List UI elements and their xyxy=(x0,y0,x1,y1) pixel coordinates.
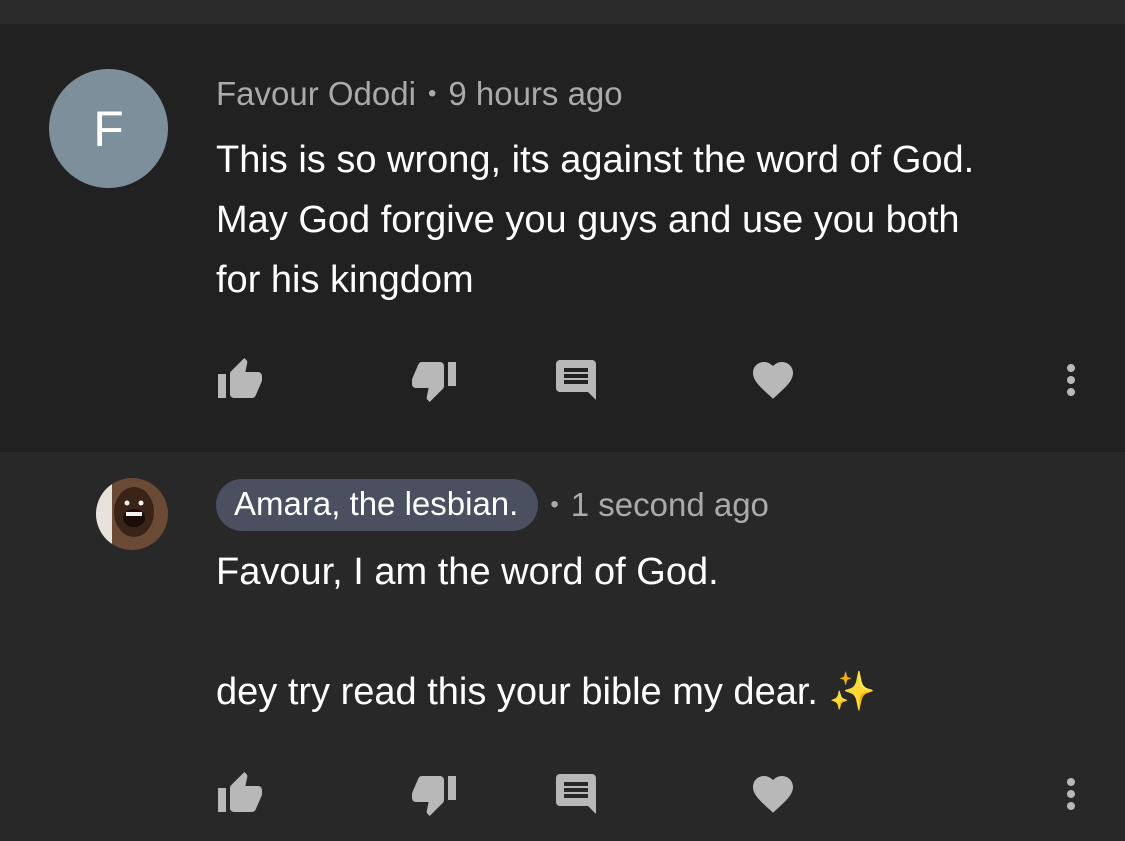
dislike-button[interactable] xyxy=(404,350,464,410)
author-name[interactable]: Favour Ododi xyxy=(216,75,416,113)
avatar-photo-icon xyxy=(96,478,168,550)
comment-actions xyxy=(0,350,1125,410)
separator-dot: • xyxy=(550,491,559,518)
heart-button[interactable] xyxy=(743,350,803,410)
comment: F Favour Ododi • 9 hours ago This is so … xyxy=(0,24,1125,452)
reply-icon xyxy=(556,360,596,400)
more-vertical-icon xyxy=(1067,778,1075,810)
dislike-button[interactable] xyxy=(404,764,464,824)
separator-dot: • xyxy=(427,80,437,107)
thumb-down-icon xyxy=(412,362,456,402)
more-options-button[interactable] xyxy=(1041,764,1101,824)
comment-meta: Amara, the lesbian. • 1 second ago xyxy=(216,479,769,531)
avatar[interactable] xyxy=(96,478,168,550)
heart-button[interactable] xyxy=(743,764,803,824)
like-button[interactable] xyxy=(210,764,270,824)
heart-icon xyxy=(753,362,793,399)
timestamp[interactable]: 9 hours ago xyxy=(448,75,622,113)
reply-icon xyxy=(556,774,596,814)
thumb-up-icon xyxy=(218,772,262,812)
timestamp[interactable]: 1 second ago xyxy=(571,486,769,524)
reply-button[interactable] xyxy=(546,764,606,824)
comment-reply: Amara, the lesbian. • 1 second ago Favou… xyxy=(0,452,1125,841)
heart-icon xyxy=(753,776,793,813)
comment-text: Favour, I am the word of God. dey try re… xyxy=(216,542,1096,722)
more-vertical-icon xyxy=(1067,364,1075,396)
reply-button[interactable] xyxy=(546,350,606,410)
thumb-down-icon xyxy=(412,776,456,816)
like-button[interactable] xyxy=(210,350,270,410)
sparkles-emoji: ✨ xyxy=(828,671,876,713)
avatar[interactable]: F xyxy=(49,69,168,188)
comment-text: This is so wrong, its against the word o… xyxy=(216,139,975,301)
comment-actions xyxy=(0,764,1125,824)
comment-text-body: Favour, I am the word of God. dey try re… xyxy=(216,551,818,713)
author-chip[interactable]: Amara, the lesbian. xyxy=(216,479,539,531)
top-strip xyxy=(0,0,1125,24)
comment-meta: Favour Ododi • 9 hours ago xyxy=(216,72,623,116)
thumb-up-icon xyxy=(218,358,262,398)
more-options-button[interactable] xyxy=(1041,350,1101,410)
